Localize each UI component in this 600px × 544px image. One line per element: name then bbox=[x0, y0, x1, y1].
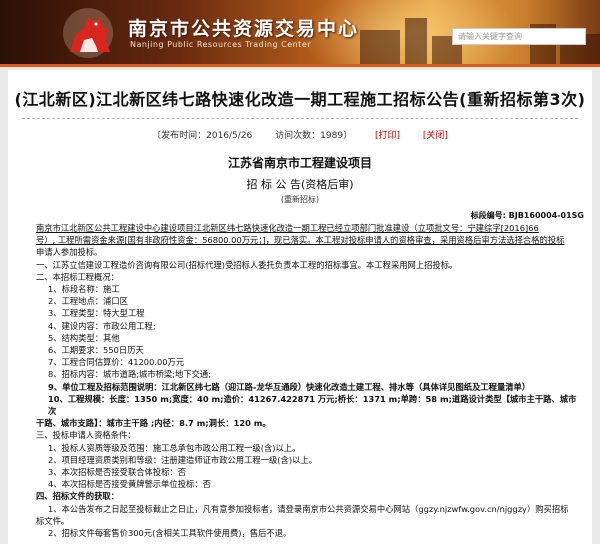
rebid-label: (重新招标) bbox=[280, 195, 320, 204]
document-item: 1、本公告发布之日起至投标截止之日止，凡有意参加投标者，请登录南京市公共资源交易… bbox=[48, 503, 569, 514]
qualification-item: 1、投标人资质等级及范围：施工总承包市政公用工程一级(含)以上。 bbox=[48, 442, 301, 453]
qualification-item: 2、项目经理资质类别和等级：注册建造师证市政公用工程一级(含)以上。 bbox=[48, 454, 317, 465]
skyline-building bbox=[405, 18, 427, 64]
list-item: 10、工程规模：长度：1350 m;宽度：40 m;造价：41267.42287… bbox=[48, 393, 577, 417]
list-item: 8、招标内容：城市道路;城市桥梁;地下交通; bbox=[48, 369, 212, 380]
article-meta: 〔发布时间：2016/5/26 访问次数：1989〕 [打印] [关闭] bbox=[8, 128, 592, 141]
print-link[interactable]: [打印] bbox=[375, 131, 400, 141]
site-title: 南京市公共资源交易中心 bbox=[128, 18, 360, 40]
list-item: 3、工程类型：特大型工程 bbox=[48, 308, 145, 319]
article-title: (江北新区)江北新区纬七路快速化改造一期工程施工招标公告(重新招标第3次) bbox=[14, 90, 586, 109]
close-link[interactable]: [关闭] bbox=[423, 131, 448, 141]
project-heading: 江苏省南京市工程建设项目 bbox=[227, 156, 372, 170]
document-item: 标文件。 bbox=[36, 515, 70, 526]
article-body: 南京市江北新区公共工程建设中心建设项目江北新区纬七路快速化改造一期工程已经立项部… bbox=[36, 222, 582, 539]
intro-line: 申请人参加投标。 bbox=[36, 247, 103, 258]
qualification-item: 3、本次招标是否接受联合体投标：否 bbox=[48, 467, 187, 478]
article-panel: (江北新区)江北新区纬七路快速化改造一期工程施工招标公告(重新招标第3次) 〔发… bbox=[8, 70, 592, 544]
intro-line: 号）, 工程所需资金来源[国有非政府性资金：56800.00万元；]，现已落实。… bbox=[36, 235, 565, 246]
site-header: 南京市公共资源交易中心 Nanjing Public Resources Tra… bbox=[0, 0, 600, 64]
list-item: 4、建设内容：市政公用工程; bbox=[48, 320, 156, 331]
list-item: 9、单位工程及招标范围说明：江北新区纬七路（迎江路-龙华互通段）快速化改造土建工… bbox=[48, 381, 531, 392]
list-item: 1、标段名称：施工 bbox=[48, 284, 120, 295]
skyline-building bbox=[360, 30, 400, 64]
bid-number: 标段编号: BJB160004-01SG bbox=[470, 211, 584, 220]
section-3-heading: 三、投标申请人资格条件： bbox=[36, 430, 136, 441]
qualification-item: 4、本次招标是否接受黄牌警示单位投标：否 bbox=[48, 479, 211, 490]
site-subtitle: Nanjing Public Resources Trading Center bbox=[130, 40, 312, 49]
list-item: 干路、城市支路】：城市主干路 ;内径：8.7 m;洞长：120 m。 bbox=[36, 418, 271, 429]
document-item: 2、招标文件每套售价300元(含相关工具软件使用费)，售后不退。 bbox=[48, 528, 292, 539]
section-2-heading: 二、本招标工程概况： bbox=[36, 271, 119, 282]
section-4-heading: 四、招标文件的获取： bbox=[36, 491, 119, 502]
intro-line: 南京市江北新区公共工程建设中心建设项目江北新区纬七路快速化改造一期工程已经立项部… bbox=[36, 223, 539, 233]
lion-logo-icon bbox=[63, 8, 113, 58]
list-item: 7、工程合同估算价：41200.00万元 bbox=[48, 357, 185, 368]
publish-time: 〔发布时间：2016/5/26 bbox=[152, 131, 253, 141]
section-1: 一、江苏立信建设工程造价咨询有限公司(招标代理)受招标人委托负责本工程的招标事宜… bbox=[36, 259, 458, 270]
visit-count: 访问次数：1989〕 bbox=[275, 131, 353, 141]
notice-heading: 招 标 公 告(资格后审) bbox=[246, 178, 354, 191]
list-item: 6、工期要求：550日历天 bbox=[48, 345, 144, 356]
list-item: 5、结构类型：其他 bbox=[48, 332, 120, 343]
list-item: 2、工程地点：浦口区 bbox=[48, 296, 128, 307]
header-divider bbox=[0, 64, 600, 67]
divider bbox=[22, 118, 578, 119]
search-input[interactable]: 请输入关键字查询 bbox=[452, 28, 586, 45]
